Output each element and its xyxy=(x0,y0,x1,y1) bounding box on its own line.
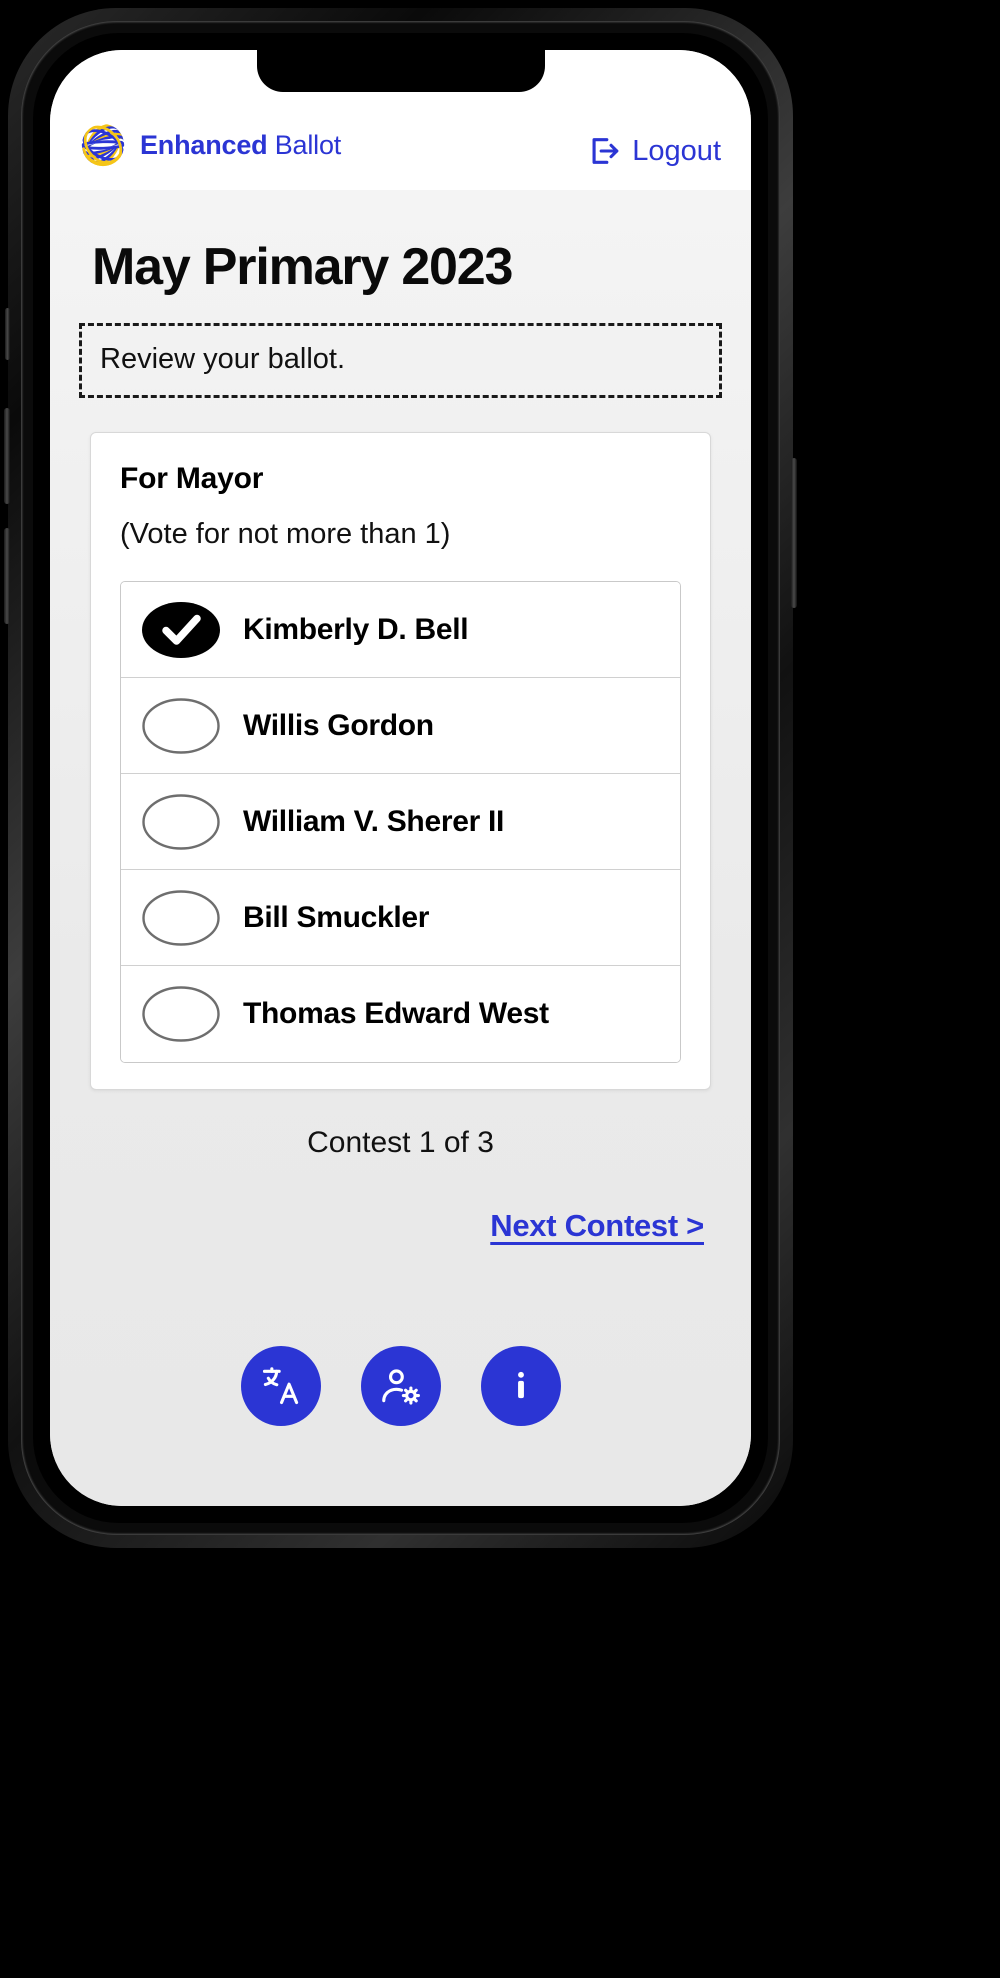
navigation-row: Next Contest > xyxy=(79,1208,722,1244)
phone-power-button[interactable] xyxy=(791,458,797,608)
phone-bezel: Enhanced Ballot Logout May Primary 2023 … xyxy=(33,33,768,1523)
next-contest-link[interactable]: Next Contest > xyxy=(490,1208,704,1244)
instruction-banner: Review your ballot. xyxy=(79,323,722,398)
phone-inner-frame: Enhanced Ballot Logout May Primary 2023 … xyxy=(21,21,780,1535)
logout-button[interactable]: Logout xyxy=(587,134,721,168)
candidate-option[interactable]: William V. Sherer II xyxy=(121,774,680,870)
phone-mute-switch[interactable] xyxy=(5,308,10,360)
logout-label: Logout xyxy=(632,134,721,167)
phone-volume-down-button[interactable] xyxy=(4,528,10,624)
brand-title: Enhanced Ballot xyxy=(140,130,341,161)
candidate-name: William V. Sherer II xyxy=(243,804,505,838)
contest-counter: Contest 1 of 3 xyxy=(307,1126,494,1159)
brand-title-bold: Enhanced xyxy=(140,129,268,160)
page-title: May Primary 2023 xyxy=(92,238,513,296)
info-icon xyxy=(517,1371,524,1399)
phone-notch xyxy=(256,50,545,92)
contest-title: For Mayor xyxy=(120,462,264,495)
candidate-option[interactable]: Bill Smuckler xyxy=(121,870,680,966)
ballot-body: May Primary 2023 Review your ballot. For… xyxy=(50,190,751,1506)
contest-card: For Mayor (Vote for not more than 1) Kim… xyxy=(90,432,711,1090)
candidate-name: Thomas Edward West xyxy=(243,997,549,1030)
phone-volume-up-button[interactable] xyxy=(4,408,10,504)
tool-bar xyxy=(79,1346,722,1426)
candidate-name: Kimberly D. Bell xyxy=(243,612,469,646)
logout-icon xyxy=(592,138,619,164)
candidate-option[interactable]: Thomas Edward West xyxy=(121,966,680,1062)
screenshot-root: Enhanced Ballot Logout May Primary 2023 … xyxy=(0,0,1000,1978)
instruction-text: Review your ballot. xyxy=(100,343,345,375)
accessibility-settings-icon xyxy=(381,1369,420,1405)
empty-oval-icon xyxy=(142,697,220,754)
empty-oval-icon xyxy=(142,889,220,946)
accessibility-settings-button[interactable] xyxy=(360,1346,441,1426)
phone-frame: Enhanced Ballot Logout May Primary 2023 … xyxy=(4,8,797,1548)
candidate-option[interactable]: Willis Gordon xyxy=(121,678,680,774)
candidate-option[interactable]: Kimberly D. Bell xyxy=(121,582,680,678)
contest-rule: (Vote for not more than 1) xyxy=(120,518,451,550)
brand: Enhanced Ballot xyxy=(80,122,341,168)
candidate-name: Bill Smuckler xyxy=(243,900,430,934)
enhanced-ballot-logo-icon xyxy=(81,123,125,167)
phone-screen: Enhanced Ballot Logout May Primary 2023 … xyxy=(50,50,751,1506)
brand-title-light: Ballot xyxy=(274,129,342,160)
empty-oval-icon xyxy=(142,793,220,850)
language-button[interactable] xyxy=(240,1346,321,1426)
candidate-name: Willis Gordon xyxy=(243,708,434,742)
empty-oval-icon xyxy=(142,986,220,1042)
info-button[interactable] xyxy=(480,1346,561,1426)
selected-oval-icon xyxy=(142,601,220,658)
translate-icon xyxy=(262,1367,298,1405)
candidate-options-list: Kimberly D. Bell Willis Gordon William V. … xyxy=(120,581,681,1063)
